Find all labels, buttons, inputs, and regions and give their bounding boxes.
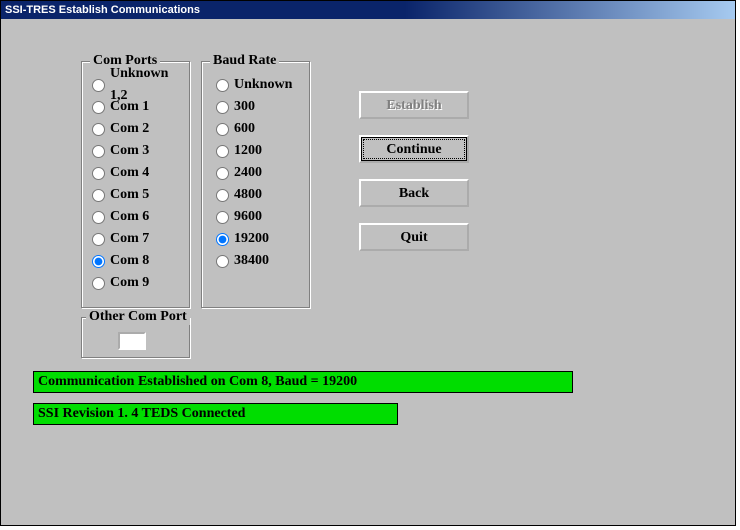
- baud-rate-radio[interactable]: [216, 167, 229, 180]
- baud-rate-option[interactable]: 1200: [216, 140, 304, 162]
- baud-rate-radio[interactable]: [216, 101, 229, 114]
- client-area: Com Ports Unknown 1,2Com 1Com 2Com 3Com …: [1, 19, 735, 525]
- back-button[interactable]: Back: [359, 179, 469, 207]
- baud-rate-radio[interactable]: [216, 145, 229, 158]
- com-port-radio[interactable]: [92, 101, 105, 114]
- quit-button[interactable]: Quit: [359, 223, 469, 251]
- com-port-label: Com 4: [110, 162, 149, 184]
- baud-rate-radio[interactable]: [216, 189, 229, 202]
- com-port-option[interactable]: Com 8: [92, 250, 184, 272]
- baud-rate-option[interactable]: 2400: [216, 162, 304, 184]
- group-com-ports: Com Ports Unknown 1,2Com 1Com 2Com 3Com …: [81, 61, 191, 309]
- baud-rate-radio[interactable]: [216, 123, 229, 136]
- group-baud-rate-legend: Baud Rate: [210, 53, 279, 69]
- baud-rate-label: 38400: [234, 250, 294, 272]
- com-port-option[interactable]: Com 9: [92, 272, 184, 294]
- app-window: SSI-TRES Establish Communications Com Po…: [0, 0, 736, 526]
- com-port-option[interactable]: Com 2: [92, 118, 184, 140]
- baud-rate-option[interactable]: 300: [216, 96, 304, 118]
- group-baud-rate: Baud Rate Unknown30060012002400480096001…: [201, 61, 311, 309]
- com-port-radio[interactable]: [92, 211, 105, 224]
- baud-rate-label: 600: [234, 118, 294, 140]
- com-port-radio[interactable]: [92, 145, 105, 158]
- status-line-2: SSI Revision 1. 4 TEDS Connected: [33, 403, 398, 425]
- continue-button[interactable]: Continue: [359, 135, 469, 163]
- baud-rate-list: Unknown30060012002400480096001920038400: [216, 74, 304, 272]
- com-ports-list: Unknown 1,2Com 1Com 2Com 3Com 4Com 5Com …: [92, 74, 184, 294]
- com-port-label: Com 8: [110, 250, 149, 272]
- baud-rate-label: 2400: [234, 162, 294, 184]
- baud-rate-option[interactable]: 19200: [216, 228, 304, 250]
- baud-rate-option[interactable]: 9600: [216, 206, 304, 228]
- other-com-port-input[interactable]: [118, 332, 146, 350]
- com-port-radio[interactable]: [92, 123, 105, 136]
- baud-rate-radio[interactable]: [216, 211, 229, 224]
- baud-rate-label: Unknown: [234, 74, 294, 96]
- com-port-option[interactable]: Com 6: [92, 206, 184, 228]
- com-port-option[interactable]: Com 5: [92, 184, 184, 206]
- com-port-label: Com 6: [110, 206, 149, 228]
- baud-rate-label: 9600: [234, 206, 294, 228]
- com-port-label: Com 9: [110, 272, 149, 294]
- baud-rate-option[interactable]: Unknown: [216, 74, 304, 96]
- baud-rate-label: 19200: [234, 228, 294, 250]
- com-port-radio[interactable]: [92, 233, 105, 246]
- com-port-option[interactable]: Com 3: [92, 140, 184, 162]
- baud-rate-radio[interactable]: [216, 233, 229, 246]
- com-port-option[interactable]: Unknown 1,2: [92, 74, 184, 96]
- baud-rate-option[interactable]: 4800: [216, 184, 304, 206]
- com-port-radio[interactable]: [92, 255, 105, 268]
- com-port-label: Com 3: [110, 140, 149, 162]
- group-other-com-port-legend: Other Com Port: [86, 309, 190, 325]
- baud-rate-label: 1200: [234, 140, 294, 162]
- com-port-label: Com 7: [110, 228, 149, 250]
- com-port-label: Com 1: [110, 96, 149, 118]
- com-port-radio[interactable]: [92, 189, 105, 202]
- baud-rate-radio[interactable]: [216, 255, 229, 268]
- baud-rate-option[interactable]: 38400: [216, 250, 304, 272]
- com-port-radio[interactable]: [92, 79, 105, 92]
- baud-rate-label: 300: [234, 96, 294, 118]
- group-other-com-port: Other Com Port: [81, 317, 191, 359]
- baud-rate-label: 4800: [234, 184, 294, 206]
- com-port-option[interactable]: Com 4: [92, 162, 184, 184]
- title-bar: SSI-TRES Establish Communications: [1, 1, 735, 19]
- com-port-radio[interactable]: [92, 167, 105, 180]
- com-port-label: Com 2: [110, 118, 149, 140]
- baud-rate-option[interactable]: 600: [216, 118, 304, 140]
- establish-button[interactable]: Establish: [359, 91, 469, 119]
- com-port-radio[interactable]: [92, 277, 105, 290]
- window-title: SSI-TRES Establish Communications: [5, 4, 200, 16]
- com-port-label: Com 5: [110, 184, 149, 206]
- status-line-1: Communication Established on Com 8, Baud…: [33, 371, 573, 393]
- com-port-option[interactable]: Com 7: [92, 228, 184, 250]
- baud-rate-radio[interactable]: [216, 79, 229, 92]
